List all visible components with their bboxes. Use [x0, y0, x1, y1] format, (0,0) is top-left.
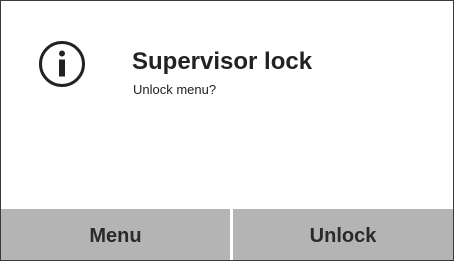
- menu-button[interactable]: Menu: [1, 209, 230, 260]
- menu-button-label: Menu: [89, 225, 142, 247]
- dialog-message: Unlock menu?: [133, 82, 217, 97]
- unlock-button-label: Unlock: [309, 225, 377, 247]
- unlock-button[interactable]: Unlock: [233, 209, 453, 260]
- supervisor-lock-dialog: Supervisor lock Unlock menu? Menu Unlock: [0, 0, 454, 261]
- info-icon: [38, 40, 86, 88]
- dialog-title: Supervisor lock: [132, 48, 313, 75]
- button-row: Menu Unlock: [1, 209, 453, 260]
